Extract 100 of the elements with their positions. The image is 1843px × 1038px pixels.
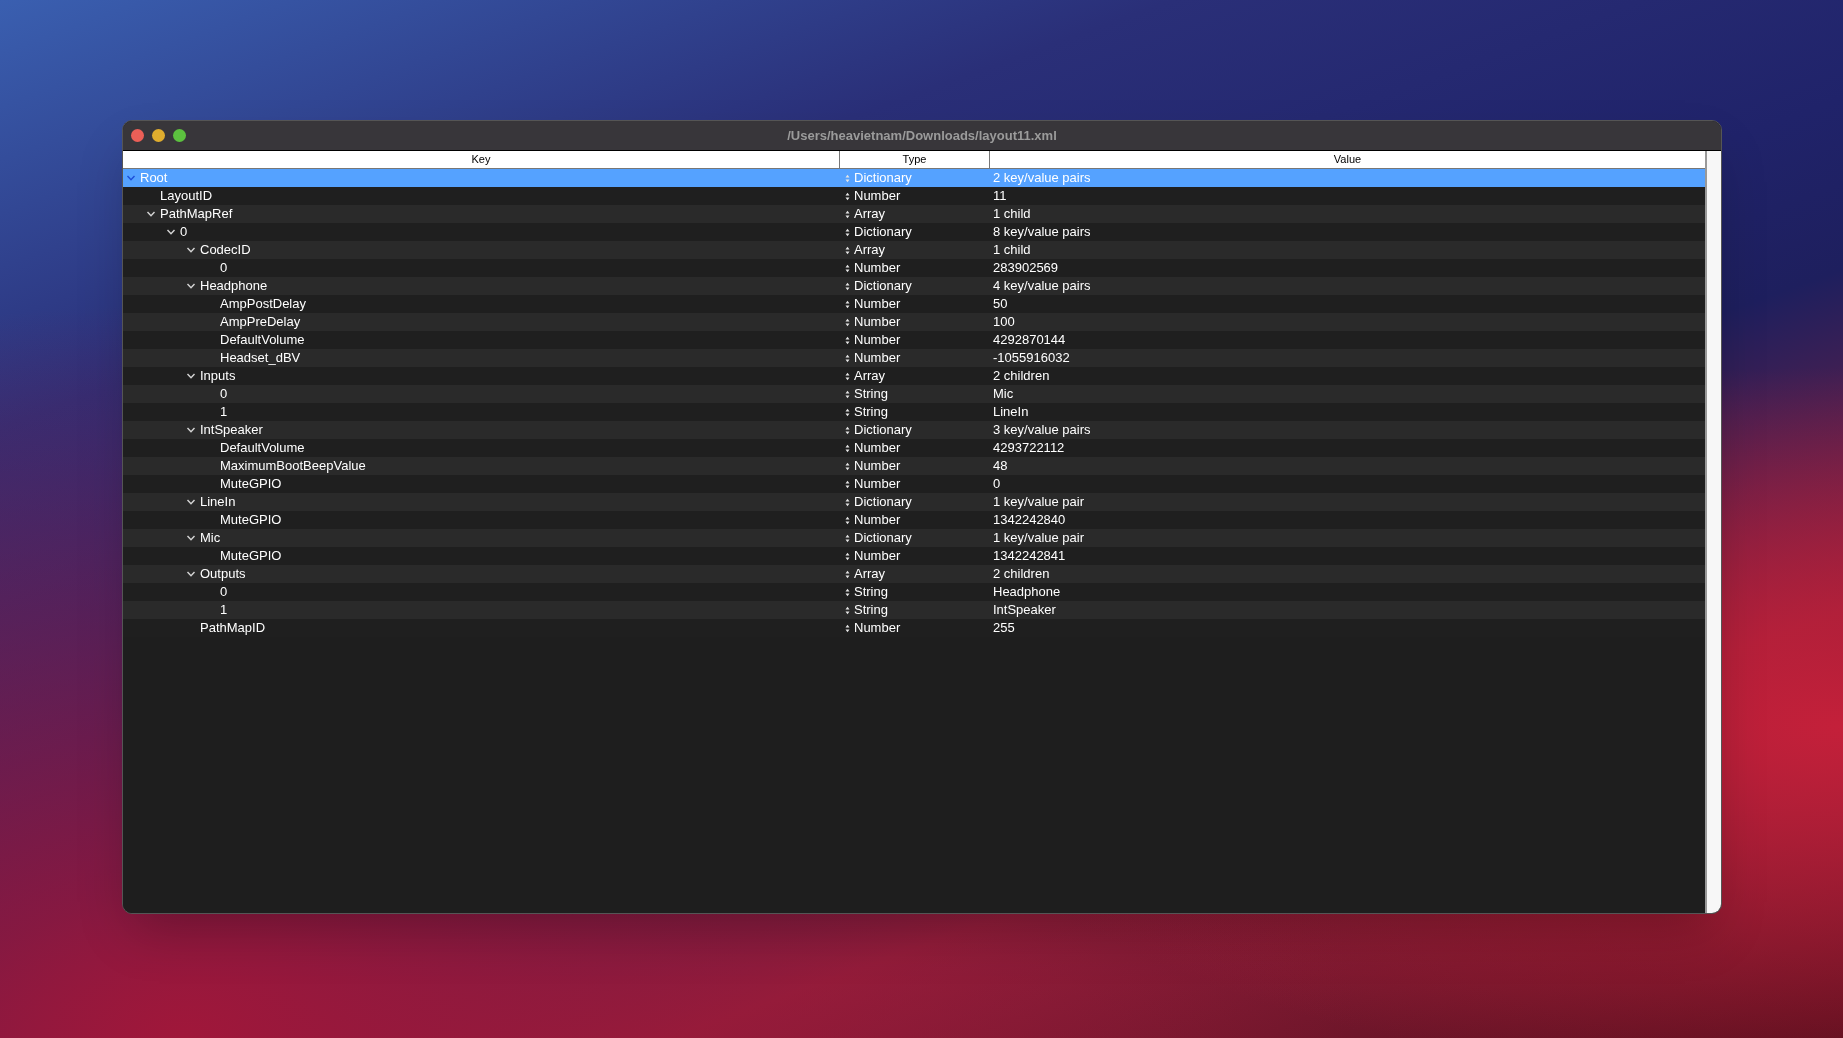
stepper-icon[interactable] — [845, 407, 850, 417]
window-title: /Users/heavietnam/Downloads/layout11.xml — [787, 126, 1057, 145]
tree-row[interactable]: MaximumBootBeepValue Number 48 — [123, 457, 1705, 475]
value-label: 0 — [993, 476, 1001, 492]
value-label: 4292870144 — [993, 332, 1066, 348]
type-label: Number — [854, 475, 901, 494]
value-label: 50 — [993, 296, 1008, 312]
tree-row[interactable]: CodecID Array 1 child — [123, 241, 1705, 259]
disclosure-chevron-icon[interactable] — [146, 209, 156, 219]
tree-row[interactable]: AmpPreDelay Number 100 — [123, 313, 1705, 331]
type-label: String — [854, 403, 888, 422]
stepper-icon[interactable] — [845, 515, 850, 525]
stepper-icon[interactable] — [845, 209, 850, 219]
key-label: MuteGPIO — [219, 511, 282, 530]
disclosure-chevron-icon[interactable] — [186, 245, 196, 255]
stepper-icon[interactable] — [845, 443, 850, 453]
stepper-icon[interactable] — [845, 623, 850, 633]
disclosure-chevron-icon[interactable] — [186, 569, 196, 579]
value-label: 1342242840 — [993, 512, 1066, 528]
value-label: 1 child — [993, 242, 1031, 258]
stepper-icon[interactable] — [845, 479, 850, 489]
tree-row[interactable]: 1 String IntSpeaker — [123, 601, 1705, 619]
column-header[interactable]: Key — [123, 151, 839, 168]
key-label: 0 — [179, 223, 188, 242]
stepper-icon[interactable] — [845, 389, 850, 399]
stepper-icon[interactable] — [845, 533, 850, 543]
type-label: Dictionary — [854, 493, 912, 512]
value-label: 2 children — [993, 368, 1050, 384]
stepper-icon[interactable] — [845, 605, 850, 615]
tree-row[interactable]: Outputs Array 2 children — [123, 565, 1705, 583]
key-label: Headphone — [199, 277, 268, 296]
disclosure-chevron-icon[interactable] — [186, 281, 196, 291]
tree-row[interactable]: Headset_dBV Number -1055916032 — [123, 349, 1705, 367]
key-label: MaximumBootBeepValue — [219, 457, 366, 476]
stepper-icon[interactable] — [845, 245, 850, 255]
type-label: Dictionary — [854, 421, 912, 440]
value-label: IntSpeaker — [993, 602, 1056, 618]
type-label: Array — [854, 565, 886, 584]
stepper-icon[interactable] — [845, 317, 850, 327]
key-label: 1 — [219, 601, 228, 620]
value-label: 4293722112 — [993, 440, 1065, 456]
stepper-icon[interactable] — [845, 371, 850, 381]
key-label: AmpPreDelay — [219, 313, 301, 332]
type-label: Dictionary — [854, 223, 912, 242]
disclosure-chevron-icon[interactable] — [186, 497, 196, 507]
type-label: Array — [854, 367, 886, 386]
zoom-button[interactable] — [173, 129, 186, 142]
disclosure-chevron-icon[interactable] — [186, 371, 196, 381]
type-label: Number — [854, 439, 901, 458]
type-label: String — [854, 601, 888, 620]
key-label: Root — [139, 169, 168, 188]
key-label: Headset_dBV — [219, 349, 301, 368]
key-label: DefaultVolume — [219, 331, 305, 350]
key-label: Inputs — [199, 367, 236, 386]
tree-row[interactable]: PathMapRef Array 1 child — [123, 205, 1705, 223]
stepper-icon[interactable] — [845, 191, 850, 201]
disclosure-chevron-icon[interactable] — [186, 425, 196, 435]
type-label: Dictionary — [854, 169, 912, 188]
type-label: Number — [854, 619, 901, 638]
type-label: Number — [854, 457, 901, 476]
key-label: LayoutID — [159, 187, 213, 206]
value-label: 4 key/value pairs — [993, 278, 1091, 294]
type-label: String — [854, 385, 888, 404]
tree-row[interactable]: LineIn Dictionary 1 key/value pair — [123, 493, 1705, 511]
stepper-icon[interactable] — [845, 587, 850, 597]
tree-row[interactable]: Mic Dictionary 1 key/value pair — [123, 529, 1705, 547]
type-label: Number — [854, 295, 901, 314]
minimize-button[interactable] — [152, 129, 165, 142]
stepper-icon[interactable] — [845, 461, 850, 471]
value-label: 1342242841 — [993, 548, 1066, 564]
key-label: DefaultVolume — [219, 439, 305, 458]
stepper-icon[interactable] — [845, 551, 850, 561]
tree-row[interactable]: IntSpeaker Dictionary 3 key/value pairs — [123, 421, 1705, 439]
value-label: LineIn — [993, 404, 1029, 420]
stepper-icon[interactable] — [845, 227, 850, 237]
type-label: Dictionary — [854, 277, 912, 296]
key-label: LineIn — [199, 493, 236, 512]
close-button[interactable] — [131, 129, 144, 142]
stepper-icon[interactable] — [845, 425, 850, 435]
stepper-icon[interactable] — [845, 299, 850, 309]
stepper-icon[interactable] — [845, 353, 850, 363]
stepper-icon[interactable] — [845, 263, 850, 273]
value-label: 1 child — [993, 206, 1031, 222]
value-label: 100 — [993, 314, 1015, 330]
stepper-icon[interactable] — [845, 569, 850, 579]
key-label: 1 — [219, 403, 228, 422]
stepper-icon[interactable] — [845, 281, 850, 291]
stepper-icon[interactable] — [845, 497, 850, 507]
column-header[interactable]: Type — [839, 151, 989, 168]
key-label: IntSpeaker — [199, 421, 263, 440]
tree-row[interactable]: Headphone Dictionary 4 key/value pairs — [123, 277, 1705, 295]
type-label: Number — [854, 331, 901, 350]
tree-row[interactable]: 0 String Mic — [123, 385, 1705, 403]
value-label: 255 — [993, 620, 1015, 636]
stepper-icon[interactable] — [845, 335, 850, 345]
disclosure-chevron-icon[interactable] — [166, 227, 176, 237]
key-label: Outputs — [199, 565, 246, 584]
value-label: 1 key/value pair — [993, 494, 1085, 510]
value-label: -1055916032 — [993, 350, 1070, 366]
disclosure-chevron-icon[interactable] — [186, 533, 196, 543]
